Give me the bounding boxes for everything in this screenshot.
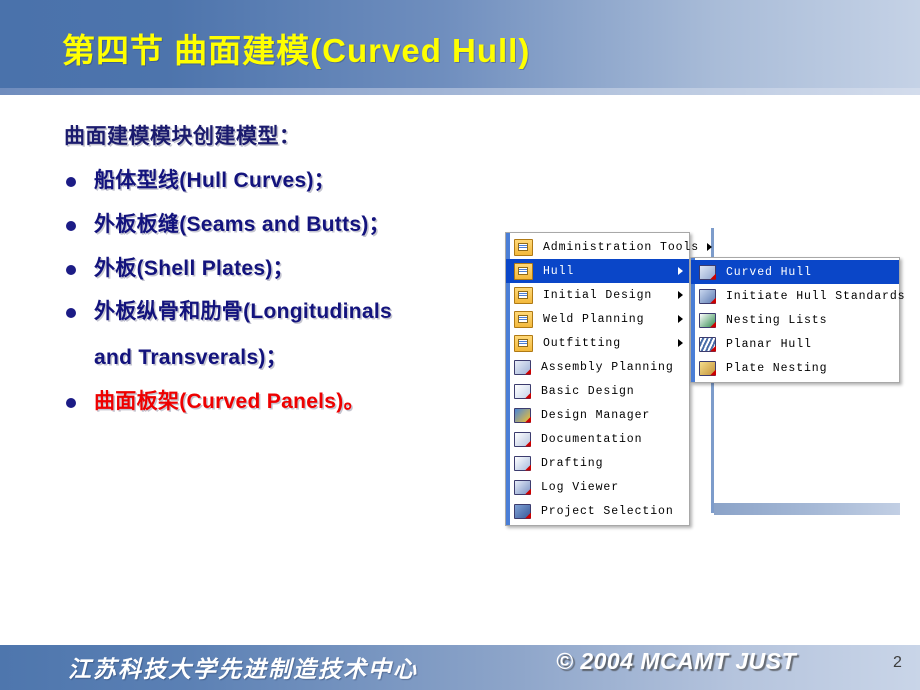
list-item: 船体型线(Hull Curves)；	[64, 169, 520, 194]
menu-item-label: Weld Planning	[543, 312, 645, 326]
footer-copyright: © 2004 MCAMT JUST	[556, 648, 797, 674]
list-item: 外板(Shell Plates)；	[64, 257, 520, 282]
menu-item-label: Plate Nesting	[726, 361, 828, 375]
menu-item-design-manager[interactable]: Design Manager	[506, 403, 689, 427]
menu-item-hull[interactable]: Hull	[506, 259, 689, 283]
submenu-item-planar-hull[interactable]: Planar Hull	[691, 332, 899, 356]
nesting-lists-icon	[699, 312, 716, 328]
list-item-label: 外板纵骨和肋骨(Longitudinals	[94, 300, 392, 324]
folder-icon	[514, 262, 533, 280]
list-item-continuation: and Transverals)；	[94, 346, 288, 370]
bullet-dot-icon	[66, 398, 76, 409]
folder-icon	[514, 286, 533, 304]
bullet-dot-icon	[66, 264, 76, 275]
main-menu[interactable]: Administration Tools Hull Initial Design…	[505, 232, 713, 526]
bullet-dot-icon	[66, 177, 76, 187]
log-viewer-icon	[514, 479, 531, 495]
folder-icon	[514, 238, 533, 256]
assembly-planning-icon	[514, 359, 531, 375]
menu-item-administration-tools[interactable]: Administration Tools	[506, 235, 713, 259]
folder-icon	[514, 334, 533, 352]
list-item-label: 外板板缝(Seams and Butts)；	[94, 212, 390, 236]
menu-item-label: Design Manager	[541, 408, 651, 422]
menu-item-label: Nesting Lists	[726, 313, 828, 327]
menu-item-log-viewer[interactable]: Log Viewer	[506, 475, 689, 499]
submenu-item-nesting-lists[interactable]: Nesting Lists	[691, 308, 899, 332]
menu-item-label: Hull	[543, 264, 575, 278]
menu-item-label: Log Viewer	[541, 480, 620, 494]
chevron-right-icon	[678, 291, 683, 299]
chevron-right-icon	[678, 339, 683, 347]
application-status-bar	[714, 503, 900, 515]
list-item-label: 曲面板架(Curved Panels)。	[94, 390, 365, 414]
menu-item-label: Basic Design	[541, 384, 635, 398]
menu-item-drafting[interactable]: Drafting	[506, 451, 689, 475]
menu-item-label: Outfitting	[543, 336, 622, 350]
planar-hull-icon	[699, 336, 716, 352]
menu-item-outfitting[interactable]: Outfitting	[506, 331, 689, 355]
list-item: 外板纵骨和肋骨(Longitudinals	[64, 300, 520, 325]
menu-item-label: Drafting	[541, 456, 604, 470]
menu-item-label: Documentation	[541, 432, 643, 446]
submenu-item-initiate-hull-standards[interactable]: Initiate Hull Standards	[691, 284, 905, 308]
list-item-label: 船体型线(Hull Curves)；	[94, 169, 336, 192]
menu-item-documentation[interactable]: Documentation	[506, 427, 689, 451]
menu-item-label: Initial Design	[543, 288, 653, 302]
list-item-label: 外板(Shell Plates)；	[94, 256, 294, 280]
chevron-right-icon	[707, 243, 713, 251]
drafting-icon	[514, 455, 531, 471]
bullet-dot-icon	[66, 220, 76, 231]
documentation-icon	[514, 431, 531, 447]
menu-item-label: Planar Hull	[726, 337, 812, 351]
menu-item-initial-design[interactable]: Initial Design	[506, 283, 689, 307]
initiate-hull-icon	[699, 288, 716, 304]
curved-hull-icon	[699, 264, 716, 280]
presentation-slide: 第四节 曲面建模(Curved Hull) 曲面建模模块创建模型： 船体型线(H…	[0, 0, 920, 690]
list-item: 曲面板架(Curved Panels)。	[64, 390, 520, 415]
menu-item-project-selection[interactable]: Project Selection	[506, 499, 689, 523]
menu-item-label: Curved Hull	[726, 265, 812, 279]
basic-design-icon	[514, 383, 531, 399]
footer-organization: 江苏科技大学先进制造技术中心	[68, 656, 418, 682]
slide-header-underline	[0, 88, 920, 95]
slide-number: 2	[893, 654, 902, 671]
menu-item-weld-planning[interactable]: Weld Planning	[506, 307, 689, 331]
chevron-right-icon	[678, 315, 683, 323]
menu-item-label: Project Selection	[541, 504, 674, 518]
plate-nesting-icon	[699, 360, 716, 376]
menu-item-label: Assembly Planning	[541, 360, 674, 374]
submenu-item-curved-hull[interactable]: Curved Hull	[691, 260, 899, 284]
submenu-item-plate-nesting[interactable]: Plate Nesting	[691, 356, 899, 380]
slide-body: 曲面建模模块创建模型： 船体型线(Hull Curves)； 外板板缝(Seam…	[0, 120, 520, 415]
chevron-right-icon	[678, 267, 683, 275]
menu-item-basic-design[interactable]: Basic Design	[506, 379, 689, 403]
bullet-dot-icon	[66, 308, 76, 319]
page-title: 第四节 曲面建模(Curved Hull)	[62, 32, 531, 69]
menu-item-label: Initiate Hull Standards	[726, 289, 906, 303]
menu-item-label: Administration Tools	[543, 240, 700, 254]
body-lead-text: 曲面建模模块创建模型：	[64, 125, 301, 148]
design-manager-icon	[514, 407, 531, 423]
menu-item-assembly-planning[interactable]: Assembly Planning	[506, 355, 689, 379]
list-item: 外板板缝(Seams and Butts)；	[64, 213, 520, 238]
folder-icon	[514, 310, 533, 328]
project-selection-icon	[514, 503, 531, 519]
hull-submenu[interactable]: Curved Hull Initiate Hull Standards Nest…	[690, 257, 905, 383]
